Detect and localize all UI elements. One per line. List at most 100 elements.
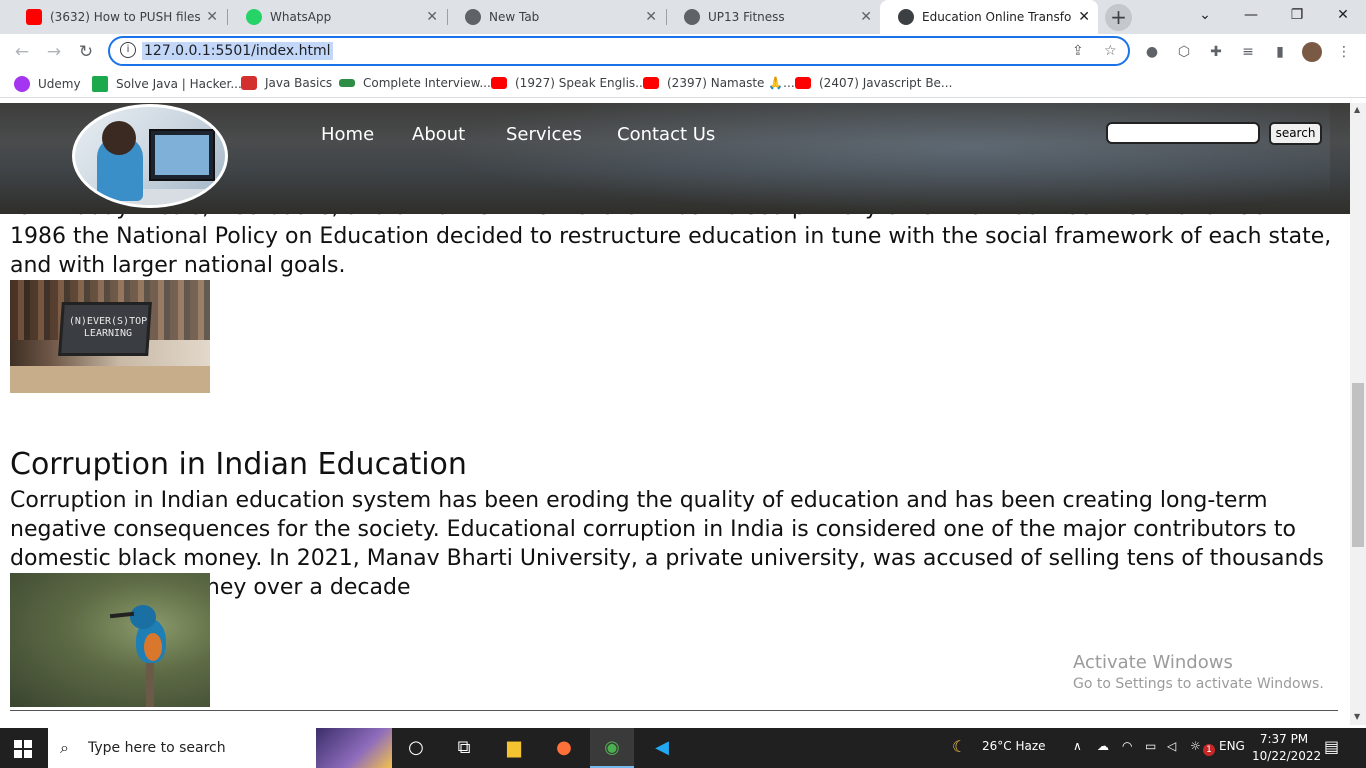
notification-app-icon[interactable]: ☼ bbox=[1190, 739, 1201, 753]
battery-icon[interactable]: ▭ bbox=[1145, 739, 1156, 753]
bookmark-udemy[interactable]: Udemy bbox=[14, 76, 81, 92]
nav-contact-us[interactable]: Contact Us bbox=[617, 124, 715, 145]
bookmark-java-basics[interactable]: Java Basics bbox=[241, 76, 332, 90]
watermark-subtitle: Go to Settings to activate Windows. bbox=[1073, 676, 1324, 692]
scrollbar-thumb[interactable] bbox=[1352, 383, 1364, 547]
page-viewport: Home About Services Contact Us search fo… bbox=[0, 103, 1350, 725]
close-icon[interactable]: ✕ bbox=[860, 9, 872, 25]
back-icon[interactable]: ← bbox=[10, 40, 34, 64]
close-window-button[interactable]: ✕ bbox=[1320, 0, 1366, 30]
minimize-button[interactable]: — bbox=[1228, 0, 1274, 30]
youtube-icon bbox=[26, 9, 42, 25]
forward-icon[interactable]: → bbox=[42, 40, 66, 64]
bookmark-label: (2407) Javascript Be... bbox=[819, 76, 953, 90]
vscode-icon[interactable]: ◀ bbox=[640, 728, 684, 768]
wifi-icon[interactable]: ◠ bbox=[1122, 739, 1132, 753]
bookmark-namaste[interactable]: (2397) Namaste 🙏... bbox=[643, 76, 795, 90]
folder-icon bbox=[241, 76, 257, 90]
tab-title: Education Online Transform bbox=[922, 10, 1072, 24]
notification-badge: 1 bbox=[1203, 744, 1215, 756]
nav-about[interactable]: About bbox=[412, 124, 465, 145]
tab-title: New Tab bbox=[489, 10, 540, 24]
bookmark-label: Solve Java | Hacker... bbox=[116, 77, 242, 91]
puzzle-icon[interactable]: ✚ bbox=[1206, 42, 1226, 62]
nav-home[interactable]: Home bbox=[321, 124, 374, 145]
article-content: for midday meals, free books, and unifor… bbox=[10, 193, 1340, 602]
tab-new-tab[interactable]: New Tab ✕ bbox=[447, 0, 665, 34]
geeksforgeeks-icon bbox=[339, 79, 355, 87]
bookmark-hackerrank[interactable]: Solve Java | Hacker... bbox=[92, 76, 242, 92]
url-text[interactable]: 127.0.0.1:5501/index.html bbox=[142, 42, 333, 60]
close-icon[interactable]: ✕ bbox=[206, 9, 218, 25]
task-view-icon[interactable]: ⧉ bbox=[442, 728, 486, 768]
extension-shield-icon[interactable]: ⬡ bbox=[1174, 42, 1194, 62]
close-icon[interactable]: ✕ bbox=[645, 9, 657, 25]
clock-time: 7:37 PM bbox=[1259, 732, 1309, 746]
youtube-icon bbox=[795, 77, 811, 89]
browser-tab-strip: (3632) How to PUSH files to ✕ WhatsApp ✕… bbox=[0, 0, 1366, 34]
bookmark-javascript[interactable]: (2407) Javascript Be... bbox=[795, 76, 952, 90]
menu-kebab-icon[interactable]: ⋮ bbox=[1334, 42, 1354, 62]
youtube-icon bbox=[643, 77, 659, 89]
file-explorer-icon[interactable]: ▆ bbox=[492, 728, 536, 768]
search-highlight-image[interactable] bbox=[316, 728, 392, 768]
close-icon[interactable]: ✕ bbox=[426, 9, 438, 25]
firefox-icon[interactable]: ● bbox=[542, 728, 586, 768]
new-tab-button[interactable]: + bbox=[1105, 4, 1132, 31]
tab-title: WhatsApp bbox=[270, 10, 332, 24]
taskbar-clock[interactable]: 7:37 PM 10/22/2022 bbox=[1252, 731, 1321, 765]
whatsapp-icon bbox=[246, 9, 262, 25]
volume-icon[interactable]: ◁ bbox=[1167, 739, 1176, 753]
site-logo[interactable] bbox=[72, 104, 228, 208]
share-icon[interactable]: ⇪ bbox=[1072, 43, 1084, 59]
site-info-icon[interactable]: i bbox=[120, 42, 136, 58]
chrome-taskbar-icon[interactable]: ◉ bbox=[590, 728, 634, 768]
bookmark-star-icon[interactable]: ☆ bbox=[1104, 43, 1117, 59]
search-input[interactable] bbox=[1106, 122, 1260, 144]
udemy-icon bbox=[14, 76, 30, 92]
weather-icon[interactable]: ☾ bbox=[952, 737, 966, 756]
tab-education-online[interactable]: Education Online Transform ✕ bbox=[880, 0, 1098, 34]
activate-windows-watermark: Activate Windows Go to Settings to activ… bbox=[1073, 652, 1324, 694]
side-panel-icon[interactable]: ▮ bbox=[1270, 42, 1290, 62]
search-icon: ⌕ bbox=[60, 738, 69, 757]
cortana-icon[interactable]: ○ bbox=[394, 728, 438, 768]
globe-icon bbox=[898, 9, 914, 25]
scroll-up-arrow-icon[interactable]: ▲ bbox=[1354, 105, 1360, 114]
nav-services[interactable]: Services bbox=[506, 124, 582, 145]
header-background-image bbox=[430, 103, 1330, 214]
tab-title: (3632) How to PUSH files to bbox=[50, 10, 200, 24]
globe-icon bbox=[684, 9, 700, 25]
action-center-icon[interactable]: ▤ bbox=[1324, 737, 1339, 756]
search-button[interactable]: search bbox=[1269, 122, 1322, 145]
bookmarks-bar: Udemy Solve Java | Hacker... Java Basics… bbox=[0, 70, 1366, 98]
tab-search-button[interactable]: ⌄ bbox=[1182, 0, 1228, 30]
bookmark-label: (1927) Speak Englis... bbox=[515, 76, 647, 90]
scroll-down-arrow-icon[interactable]: ▼ bbox=[1354, 712, 1360, 721]
bookmark-label: Complete Interview... bbox=[363, 76, 491, 90]
restore-button[interactable]: ❐ bbox=[1274, 0, 1320, 30]
bookmark-complete-interview[interactable]: Complete Interview... bbox=[339, 76, 491, 90]
extension-icon[interactable]: ● bbox=[1142, 42, 1162, 62]
media-control-icon[interactable]: ≡ bbox=[1238, 42, 1258, 62]
profile-avatar[interactable] bbox=[1302, 42, 1322, 62]
tab-whatsapp[interactable]: WhatsApp ✕ bbox=[228, 0, 446, 34]
bookmark-label: Java Basics bbox=[265, 76, 333, 90]
onedrive-icon[interactable]: ☁ bbox=[1097, 739, 1109, 753]
weather-text[interactable]: 26°C Haze bbox=[982, 739, 1046, 753]
reload-icon[interactable]: ↻ bbox=[74, 40, 98, 64]
bird-belly-shape bbox=[144, 633, 162, 661]
page-scrollbar[interactable]: ▲ ▼ bbox=[1350, 103, 1366, 725]
tab-up13-fitness[interactable]: UP13 Fitness ✕ bbox=[666, 0, 880, 34]
paragraph-education-policy: 1986 the National Policy on Education de… bbox=[10, 224, 1332, 278]
bookmark-speak-english[interactable]: (1927) Speak Englis... bbox=[491, 76, 647, 90]
address-bar[interactable]: i 127.0.0.1:5501/index.html ⇪ ☆ bbox=[108, 36, 1130, 66]
show-hidden-icons-icon[interactable]: ∧ bbox=[1073, 739, 1082, 753]
watermark-title: Activate Windows bbox=[1073, 652, 1233, 673]
close-icon[interactable]: ✕ bbox=[1078, 9, 1090, 25]
windows-start-icon[interactable] bbox=[14, 740, 32, 758]
tab-youtube[interactable]: (3632) How to PUSH files to ✕ bbox=[8, 0, 226, 34]
tab-title: UP13 Fitness bbox=[708, 10, 785, 24]
language-indicator[interactable]: ENG bbox=[1219, 739, 1245, 753]
bookmark-label: (2397) Namaste 🙏... bbox=[667, 76, 795, 90]
